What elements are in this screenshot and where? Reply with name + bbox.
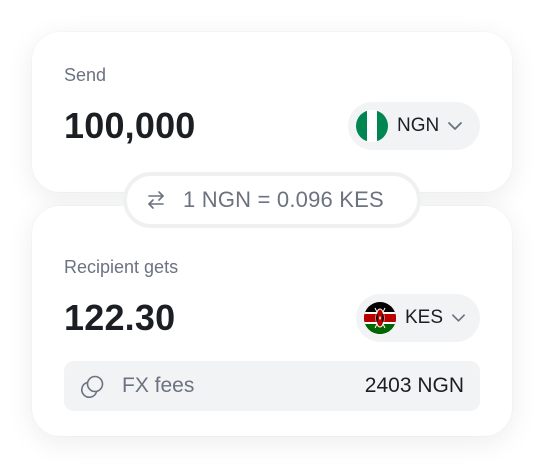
chevron-down-icon	[448, 122, 463, 130]
send-currency-select[interactable]: NGN	[348, 102, 480, 150]
recipient-label: Recipient gets	[64, 257, 179, 277]
send-label: Send	[64, 65, 107, 85]
currency-converter: Send 100,000 NGN Recipient gets 122.30 K…	[0, 0, 544, 468]
kenya-flag-icon	[364, 302, 396, 334]
fx-fees-value: 2403 NGN	[364, 374, 464, 397]
recipient-currency-select[interactable]: KES	[356, 294, 480, 342]
swap-arrows-icon	[148, 191, 164, 209]
chevron-down-icon	[452, 314, 465, 322]
nigeria-flag-icon	[356, 110, 388, 142]
send-currency-code: NGN	[397, 115, 440, 136]
exchange-rate-pill[interactable]: 1 NGN = 0.096 KES	[123, 172, 421, 228]
fx-fees-label: FX fees	[122, 374, 195, 397]
send-card: Send 100,000 NGN	[32, 32, 512, 192]
recipient-card: Recipient gets 122.30 KES FX fees 2403 N…	[32, 206, 512, 436]
send-amount-input[interactable]: 100,000	[64, 105, 196, 147]
coins-icon	[81, 375, 104, 398]
recipient-currency-code: KES	[405, 307, 444, 328]
fx-fees-row: FX fees 2403 NGN	[64, 361, 480, 411]
exchange-rate-text: 1 NGN = 0.096 KES	[183, 187, 384, 212]
recipient-amount[interactable]: 122.30	[64, 297, 175, 339]
